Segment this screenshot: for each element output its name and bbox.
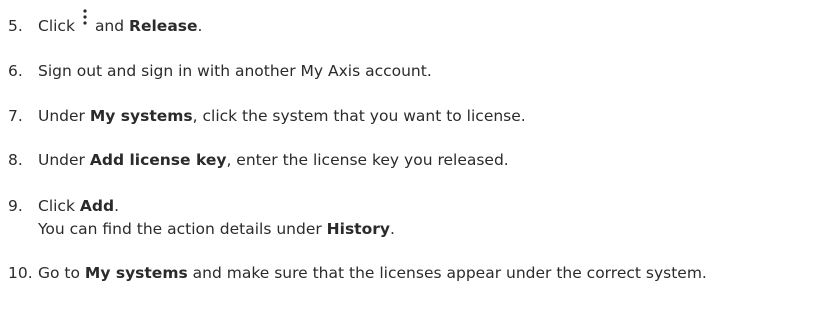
step-text: Sign out and sign in with another My Axi… bbox=[38, 62, 432, 80]
step-number: 10. bbox=[8, 264, 33, 282]
release-label: Release bbox=[129, 17, 198, 35]
step-number: 9. bbox=[8, 197, 23, 215]
step-note: You can find the action details under Hi… bbox=[38, 220, 395, 238]
step-number: 5. bbox=[8, 17, 23, 35]
add-license-key-label: Add license key bbox=[89, 151, 227, 169]
step-text: Under Add license key, enter the license… bbox=[38, 151, 509, 169]
step-text: Click and Release. bbox=[38, 9, 202, 36]
more-vert-icon bbox=[78, 8, 92, 28]
step-number: 8. bbox=[8, 151, 23, 169]
step-number: 6. bbox=[8, 62, 23, 80]
step-text: Under My systems, click the system that … bbox=[38, 107, 526, 125]
my-systems-label: My systems bbox=[89, 107, 193, 125]
step-number: 7. bbox=[8, 107, 23, 125]
step-text: Click Add. You can find the action detail… bbox=[38, 197, 395, 238]
history-label: History bbox=[326, 220, 390, 238]
add-label: Add bbox=[79, 197, 115, 215]
step-text: Go to My systems and make sure that the … bbox=[38, 264, 707, 282]
my-systems-label: My systems bbox=[84, 264, 188, 282]
